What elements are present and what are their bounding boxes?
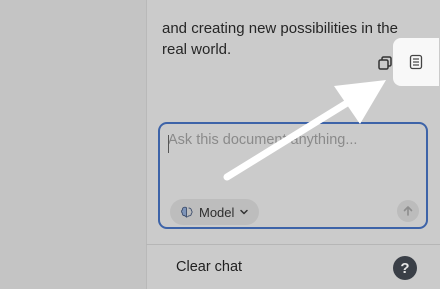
arrow-up-icon bbox=[403, 206, 413, 216]
document-sources-button[interactable] bbox=[393, 38, 439, 86]
help-button[interactable]: ? bbox=[393, 256, 417, 280]
chat-input[interactable] bbox=[168, 132, 418, 172]
document-list-icon bbox=[409, 54, 423, 70]
chevron-down-icon bbox=[240, 209, 249, 215]
brain-icon bbox=[181, 206, 193, 218]
footer-divider bbox=[146, 244, 440, 245]
model-selector-button[interactable]: Model bbox=[170, 199, 260, 225]
text-caret bbox=[168, 135, 169, 153]
assistant-message: and creating new possibilities in the re… bbox=[162, 0, 432, 60]
copy-icon bbox=[378, 56, 392, 70]
clear-chat-button[interactable]: Clear chat bbox=[176, 259, 242, 275]
help-label: ? bbox=[400, 259, 410, 277]
chat-composer: Model bbox=[158, 122, 428, 229]
model-label: Model bbox=[199, 204, 235, 220]
send-button[interactable] bbox=[397, 200, 419, 222]
left-pane-overlay bbox=[0, 0, 146, 289]
message-line: and creating new possibilities in the bbox=[162, 20, 398, 37]
